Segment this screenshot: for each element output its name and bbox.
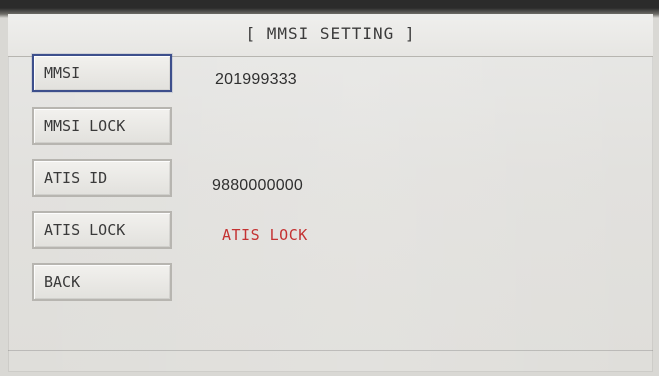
title-bar: [ MMSI SETTING ] xyxy=(8,14,653,57)
mmsi-button[interactable]: MMSI xyxy=(32,54,172,92)
atis-lock-status: ATIS LOCK xyxy=(222,226,308,244)
mmsi-value: 201999333 xyxy=(215,71,297,88)
atis-id-button[interactable]: ATIS ID xyxy=(32,159,172,197)
back-button[interactable]: BACK xyxy=(32,263,172,301)
mmsi-setting-screen: [ MMSI SETTING ] MMSI 201999333 MMSI LOC… xyxy=(8,14,653,372)
device-frame: [ MMSI SETTING ] MMSI 201999333 MMSI LOC… xyxy=(0,0,659,376)
atis-lock-button[interactable]: ATIS LOCK xyxy=(32,211,172,249)
atis-id-value: 9880000000 xyxy=(212,177,303,194)
mmsi-lock-button[interactable]: MMSI LOCK xyxy=(32,107,172,145)
page-title: [ MMSI SETTING ] xyxy=(245,24,416,43)
bottom-divider xyxy=(8,350,653,351)
